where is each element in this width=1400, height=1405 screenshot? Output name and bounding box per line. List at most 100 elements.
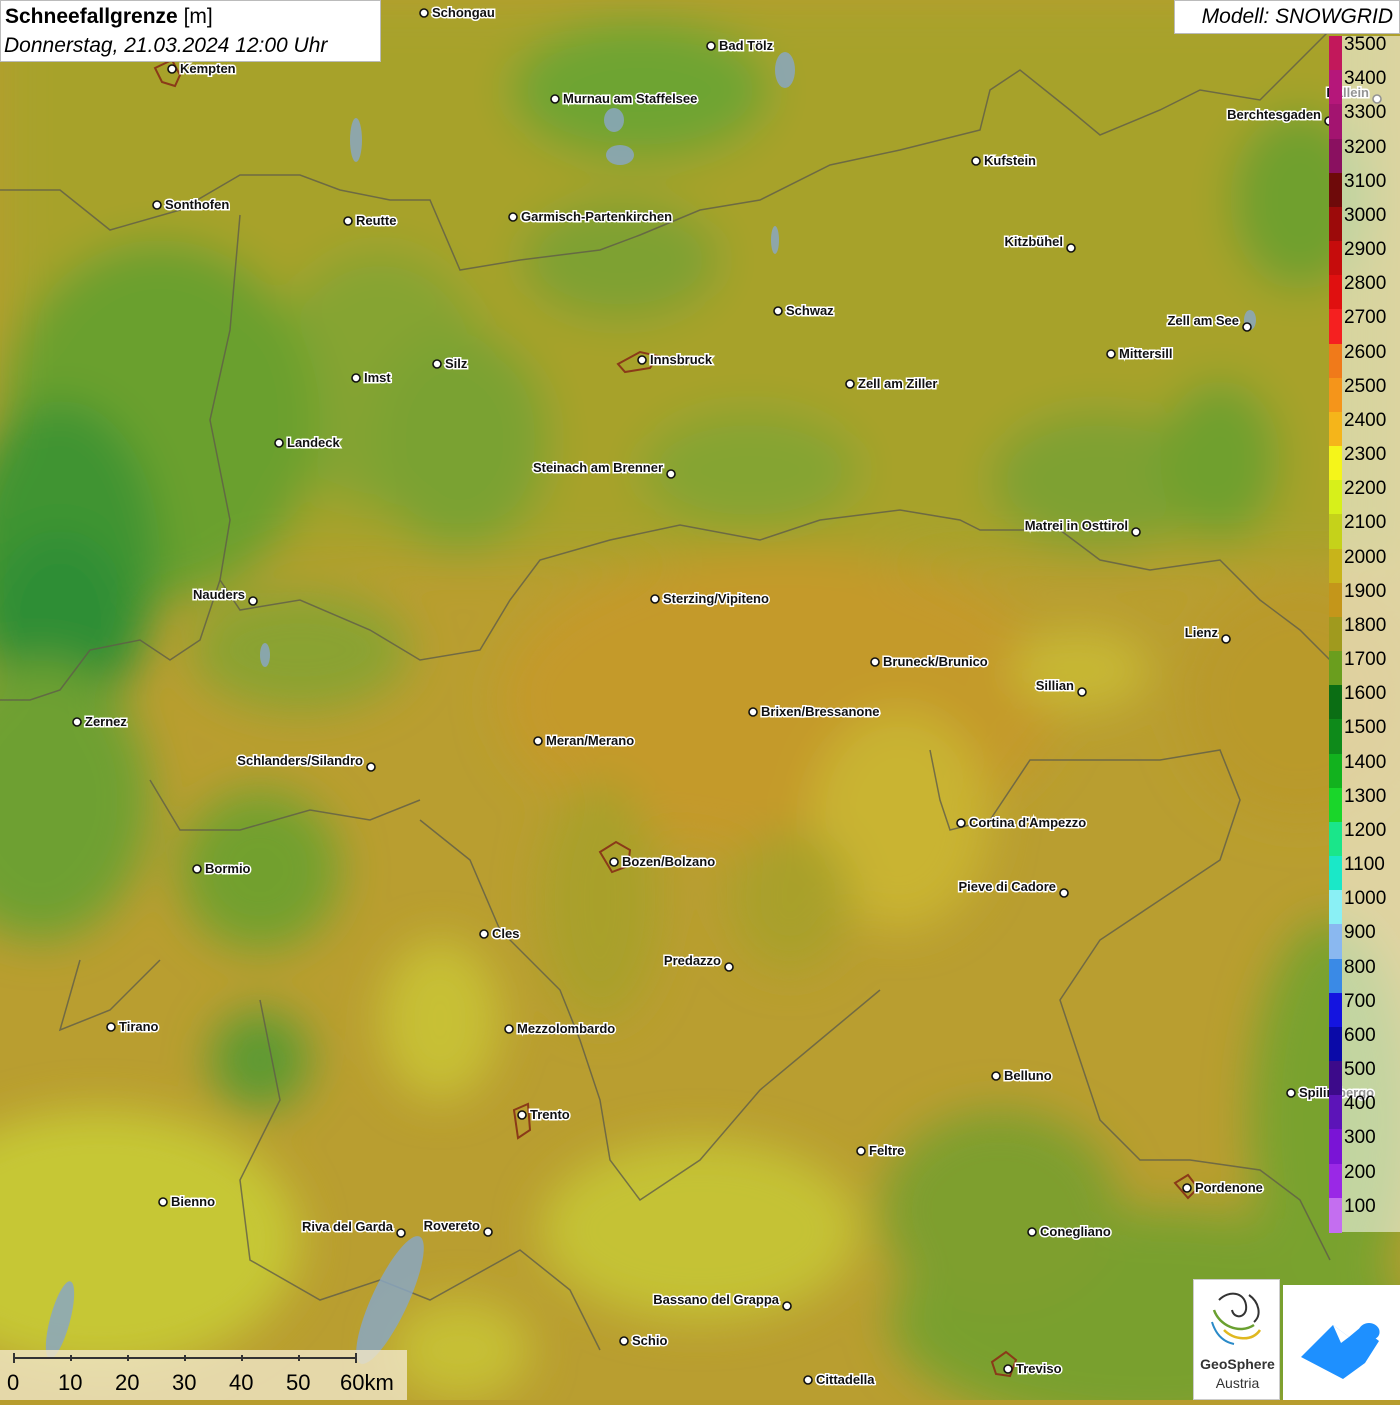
city-dot[interactable] — [782, 1301, 792, 1311]
city-marker[interactable]: Zell am Ziller — [845, 375, 939, 393]
city-label: Bienno — [171, 1194, 215, 1209]
city-dot[interactable] — [1077, 687, 1087, 697]
city-dot[interactable] — [483, 1227, 493, 1237]
city-dot[interactable] — [609, 857, 619, 867]
legend-swatch — [1329, 821, 1342, 857]
city-dot[interactable] — [419, 8, 429, 18]
city-label: Cortina d'Ampezzo — [969, 815, 1086, 830]
city-dot[interactable] — [1242, 322, 1252, 332]
city-dot[interactable] — [803, 1375, 813, 1385]
city-dot[interactable] — [274, 438, 284, 448]
city-marker[interactable]: Cortina d'Ampezzo — [956, 814, 1088, 832]
city-label: Bruneck/Brunico — [883, 654, 988, 669]
city-marker[interactable]: Garmisch-Partenkirchen — [508, 208, 674, 226]
city-dot[interactable] — [1066, 243, 1076, 253]
city-marker[interactable]: Meran/Merano — [533, 732, 636, 750]
city-dot[interactable] — [504, 1024, 514, 1034]
city-label: Sterzing/Vipiteno — [663, 591, 769, 606]
city-marker[interactable]: Sterzing/Vipiteno — [650, 590, 770, 608]
city-label: Landeck — [287, 435, 341, 450]
city-dot[interactable] — [956, 818, 966, 828]
city-dot[interactable] — [508, 212, 518, 222]
city-marker[interactable]: Mezzolombardo — [504, 1020, 617, 1038]
legend-swatch — [1329, 138, 1342, 174]
legend-swatch — [1329, 856, 1342, 892]
app-logo[interactable] — [1283, 1285, 1400, 1400]
city-dot[interactable] — [856, 1146, 866, 1156]
city-marker[interactable]: Bozen/Bolzano — [609, 853, 717, 871]
city-label: Bozen/Bolzano — [622, 854, 715, 869]
city-dot[interactable] — [991, 1071, 1001, 1081]
scale-label: 0 — [7, 1370, 20, 1395]
city-dot[interactable] — [1286, 1088, 1296, 1098]
legend-label: 2900 — [1344, 239, 1387, 261]
city-dot[interactable] — [72, 717, 82, 727]
city-dot[interactable] — [650, 594, 660, 604]
city-marker[interactable]: Pordenone — [1182, 1179, 1264, 1197]
scale-label: 50 — [286, 1370, 311, 1395]
city-dot[interactable] — [637, 355, 647, 365]
city-dot[interactable] — [343, 216, 353, 226]
city-label: Kempten — [180, 61, 236, 76]
city-dot[interactable] — [432, 359, 442, 369]
city-label: Bad Tölz — [719, 38, 774, 53]
city-marker[interactable]: Schongau — [419, 4, 496, 22]
city-marker[interactable]: Brixen/Bressanone — [748, 703, 881, 721]
scale-label: 30 — [172, 1370, 197, 1395]
city-dot[interactable] — [396, 1228, 406, 1238]
city-dot[interactable] — [1003, 1364, 1013, 1374]
scale-label: 60km — [340, 1370, 394, 1395]
city-dot[interactable] — [550, 94, 560, 104]
legend-label: 600 — [1344, 1024, 1376, 1046]
city-label: Bormio — [205, 861, 251, 876]
city-label: Berchtesgaden — [1227, 107, 1321, 122]
city-marker[interactable]: Bruneck/Brunico — [870, 653, 989, 671]
city-label: Silz — [445, 356, 468, 371]
legend-swatch — [1329, 514, 1342, 550]
city-dot[interactable] — [167, 64, 177, 74]
city-dot[interactable] — [351, 373, 361, 383]
city-dot[interactable] — [748, 707, 758, 717]
city-dot[interactable] — [619, 1336, 629, 1346]
city-dot[interactable] — [971, 156, 981, 166]
city-dot[interactable] — [158, 1197, 168, 1207]
city-dot[interactable] — [479, 929, 489, 939]
city-label: Zernez — [85, 714, 127, 729]
city-dot[interactable] — [366, 762, 376, 772]
city-dot[interactable] — [248, 596, 258, 606]
legend-swatch — [1329, 377, 1342, 413]
city-marker[interactable]: Conegliano — [1027, 1223, 1112, 1241]
city-label: Cles — [492, 926, 519, 941]
city-dot[interactable] — [152, 200, 162, 210]
city-dot[interactable] — [1059, 888, 1069, 898]
city-dot[interactable] — [533, 736, 543, 746]
city-dot[interactable] — [1131, 527, 1141, 537]
city-dot[interactable] — [1106, 349, 1116, 359]
city-dot[interactable] — [1182, 1183, 1192, 1193]
city-dot[interactable] — [192, 864, 202, 874]
city-dot[interactable] — [706, 41, 716, 51]
city-dot[interactable] — [517, 1110, 527, 1120]
city-label: Tirano — [119, 1019, 159, 1034]
legend-swatch — [1329, 446, 1342, 482]
legend-swatch — [1329, 651, 1342, 687]
legend-swatch — [1329, 616, 1342, 652]
city-marker[interactable]: Innsbruck — [637, 351, 714, 369]
city-dot[interactable] — [666, 469, 676, 479]
city-dot[interactable] — [1027, 1227, 1037, 1237]
scale-label: 10 — [58, 1370, 83, 1395]
city-dot[interactable] — [773, 306, 783, 316]
city-dot[interactable] — [1221, 634, 1231, 644]
city-dot[interactable] — [724, 962, 734, 972]
city-label: Schongau — [432, 5, 495, 20]
city-label: Brixen/Bressanone — [761, 704, 880, 719]
city-marker[interactable]: Murnau am Staffelsee — [550, 90, 699, 108]
snowfall-limit-map[interactable]: Schongau Bad Tölz Kempten Murnau am Staffel… — [0, 0, 1400, 1400]
city-label: Meran/Merano — [546, 733, 634, 748]
geosphere-logo[interactable]: GeoSphere Austria — [1193, 1279, 1280, 1400]
city-dot[interactable] — [106, 1022, 116, 1032]
city-marker[interactable]: Sonthofen — [152, 196, 231, 214]
city-dot[interactable] — [870, 657, 880, 667]
city-dot[interactable] — [845, 379, 855, 389]
city-label: Cittadella — [816, 1372, 875, 1387]
